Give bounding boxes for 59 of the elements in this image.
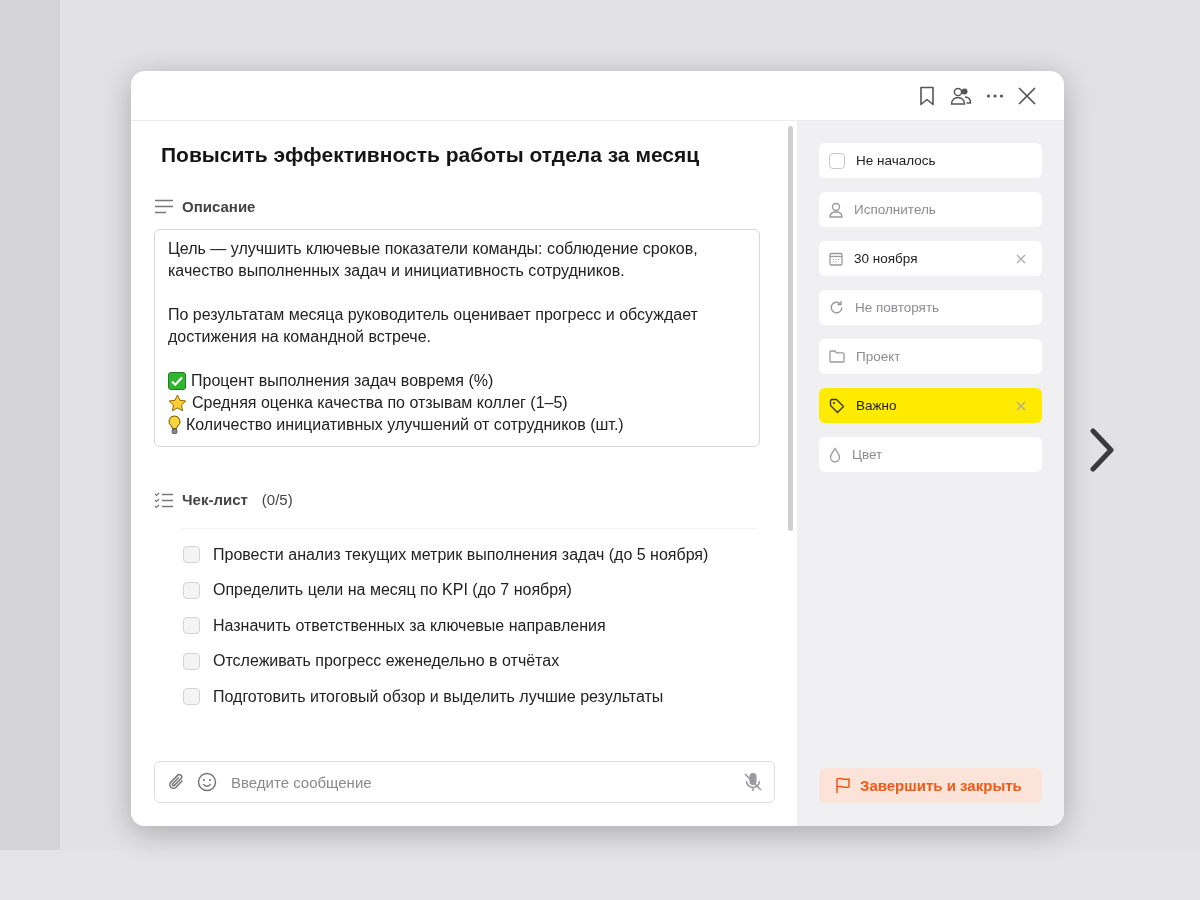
project-placeholder: Проект: [856, 349, 901, 364]
date-field[interactable]: 30 ноября: [819, 241, 1042, 276]
calendar-icon: [829, 251, 843, 266]
repeat-placeholder: Не повторять: [855, 300, 940, 315]
checkbox[interactable]: [183, 546, 200, 564]
date-value: 30 ноября: [854, 251, 918, 266]
description-label: Описание: [182, 198, 256, 215]
repeat-field[interactable]: Не повторять: [819, 290, 1042, 325]
checklist-label: Чек-лист: [182, 491, 248, 508]
person-icon: [829, 201, 843, 218]
color-placeholder: Цвет: [852, 447, 883, 462]
tag-value: Важно: [856, 398, 897, 413]
checklist-item-text: Провести анализ текущих метрик выполнения задач (до 5 ноября): [213, 545, 709, 564]
bookmark-icon[interactable]: [918, 85, 936, 106]
tag-icon: [829, 397, 845, 414]
checkbox[interactable]: [183, 688, 200, 706]
close-icon[interactable]: [1018, 86, 1036, 105]
folder-icon: [829, 350, 845, 363]
checklist-item-text: Отслеживать прогресс еженедельно в отчётах: [213, 652, 560, 671]
lines-icon: [154, 199, 174, 214]
muted-microphone-icon[interactable]: [742, 771, 764, 793]
metric-text: Средняя оценка качества по отзывам коллег (1–5): [192, 393, 568, 413]
color-field[interactable]: Цвет: [819, 437, 1042, 472]
checklist-item-text: Определить цели на месяц по KPI (до 7 ноября): [213, 581, 572, 600]
metric-text: Процент выполнения задач вовремя (%): [191, 371, 494, 391]
metric-text: Количество инициативных улучшений от сотрудников (шт.): [186, 415, 624, 435]
star-icon: [168, 394, 187, 412]
checkbox[interactable]: [183, 617, 200, 635]
checklist-count: (0/5): [261, 491, 293, 508]
checkbox[interactable]: [183, 652, 200, 670]
checklist-icon: [154, 491, 174, 508]
checklist-item-text: Подготовить итоговый обзор и выделить лучшие результаты: [213, 687, 664, 706]
status-field[interactable]: Не началось: [819, 143, 1042, 178]
description-box[interactable]: [154, 229, 760, 447]
flag-icon: [835, 777, 851, 794]
checkmark-icon: [168, 372, 186, 390]
more-icon[interactable]: [986, 92, 1004, 99]
light-bulb-icon: [168, 415, 181, 435]
task-title: Повысить эффективность работы отдела за месяц: [161, 142, 701, 168]
description-paragraph: Цель — улучшить ключевые показатели команды: соблюдение сроков, качество выполненных задач и инициативность сотрудников.: [168, 239, 699, 281]
project-field[interactable]: Проект: [819, 339, 1042, 374]
checkbox[interactable]: [183, 581, 200, 599]
refresh-icon: [829, 300, 844, 315]
people-icon[interactable]: [950, 85, 972, 106]
tag-field[interactable]: Важно: [819, 388, 1042, 423]
checklist-item-text: Назначить ответственных за ключевые направления: [213, 616, 606, 635]
assignee-field[interactable]: Исполнитель: [819, 192, 1042, 227]
smiley-icon[interactable]: [197, 772, 217, 792]
clear-icon[interactable]: [1016, 400, 1026, 411]
message-field[interactable]: Введите сообщение: [154, 761, 775, 803]
complete-and-close-button[interactable]: Завершить и закрыть: [819, 768, 1042, 803]
assignee-placeholder: Исполнитель: [854, 202, 936, 217]
description-paragraph: По результатам месяца руководитель оценивает прогресс и обсуждает достижения на командной встрече.: [168, 305, 699, 347]
scrollbar[interactable]: [788, 126, 793, 531]
clear-icon[interactable]: [1016, 253, 1026, 264]
status-checkbox[interactable]: [829, 152, 845, 169]
chevron-right-icon[interactable]: [1088, 428, 1116, 472]
status-value: Не началось: [856, 153, 936, 168]
drop-icon: [829, 446, 841, 463]
